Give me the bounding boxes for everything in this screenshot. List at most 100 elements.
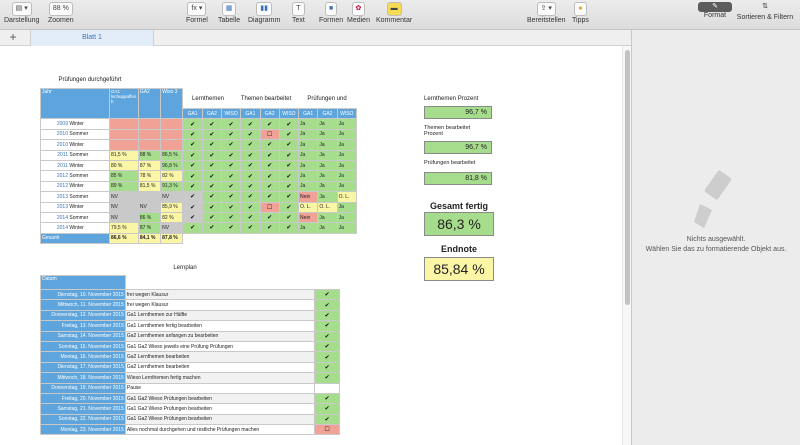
table-button[interactable]: ▦ Tabelle <box>218 2 240 24</box>
exam-row[interactable]: 2012 Winter 89 % 81,5 % 91,3 % ✔ ✔ ✔ ✔ ✔ ✔ Ja Ja Ja <box>40 180 358 193</box>
status-cell[interactable]: Ja <box>336 149 358 161</box>
score-cell[interactable] <box>108 139 139 151</box>
checkbox-cell[interactable]: ✔ <box>240 159 261 172</box>
status-cell[interactable]: Ja <box>336 128 358 141</box>
pruefungen-bearbeitet-value[interactable]: 81,8 % <box>424 172 492 185</box>
format-button[interactable]: ✎ Format <box>698 2 732 19</box>
checkbox-cell[interactable]: ✔ <box>220 201 242 213</box>
score-cell[interactable] <box>137 118 162 130</box>
plan-checkbox[interactable]: ✔ <box>314 403 340 415</box>
checkbox-cell[interactable]: ✔ <box>201 139 222 151</box>
score-cell[interactable]: 96,8 % <box>160 159 184 172</box>
checkbox-cell[interactable]: ✔ <box>201 222 222 234</box>
score-cell[interactable]: NV <box>160 191 184 203</box>
text-button[interactable]: T Text <box>292 2 305 24</box>
plan-task[interactable]: Wieso Lernthemen fertig machen <box>124 372 316 384</box>
plan-row[interactable]: Dienstag, 10. November 2015 frei wegen Kl… <box>40 288 340 301</box>
status-cell[interactable]: Ja <box>317 180 338 193</box>
score-cell[interactable]: 86 % <box>137 211 162 224</box>
checkbox-cell[interactable]: ✔ <box>201 180 222 193</box>
checkbox-cell[interactable]: ✔ <box>259 159 280 172</box>
score-cell[interactable]: NV <box>160 222 184 234</box>
checkbox-cell[interactable]: ✔ <box>201 211 222 224</box>
score-cell[interactable] <box>108 128 139 141</box>
checkbox-cell[interactable]: ✔ <box>182 180 203 193</box>
status-cell[interactable]: O. L. <box>317 201 338 213</box>
score-cell[interactable]: 79,5 % <box>108 222 139 234</box>
status-cell[interactable]: Ja <box>317 222 338 234</box>
checkbox-cell[interactable]: ✔ <box>240 180 261 193</box>
exam-row[interactable]: 2010 Sommer ✔ ✔ ✔ ✔ ☐ ✔ Ja Ja Ja <box>40 128 358 141</box>
plan-task[interactable]: Ga1 Ga2 Wieso Prüfungen bearbeiten <box>124 403 316 415</box>
score-cell[interactable]: 85,9 % <box>160 201 184 213</box>
checkbox-cell[interactable]: ✔ <box>240 222 261 234</box>
checkbox-cell[interactable]: ✔ <box>278 159 300 172</box>
checkbox-cell[interactable]: ✔ <box>201 170 222 182</box>
checkbox-cell[interactable]: ✔ <box>278 222 300 234</box>
checkbox-cell[interactable]: ✔ <box>278 118 300 130</box>
plan-task[interactable]: frei wegen Klausur <box>124 288 316 301</box>
tab-blatt-1[interactable]: Blatt 1 <box>30 30 154 46</box>
checkbox-cell[interactable]: ✔ <box>220 159 242 172</box>
vertical-scrollbar[interactable] <box>622 46 631 445</box>
score-cell[interactable] <box>160 128 184 141</box>
comment-button[interactable]: ▬ Kommentar <box>376 2 412 24</box>
add-sheet-button[interactable]: + <box>4 31 22 45</box>
checkbox-cell[interactable]: ✔ <box>240 139 261 151</box>
checkbox-cell[interactable]: ✔ <box>220 191 242 203</box>
tips-button[interactable]: ● Tipps <box>572 2 589 24</box>
endnote-value[interactable]: 85,84 % <box>424 257 494 281</box>
exam-row[interactable]: 2011 Winter 80 % 87 % 96,8 % ✔ ✔ ✔ ✔ ✔ ✔ Ja Ja Ja <box>40 159 358 172</box>
score-cell[interactable]: NV <box>108 211 139 224</box>
status-cell[interactable]: Ja <box>317 159 338 172</box>
score-cell[interactable] <box>137 139 162 151</box>
score-cell[interactable] <box>137 128 162 141</box>
score-cell[interactable]: 82 % <box>160 170 184 182</box>
plan-checkbox[interactable]: ✔ <box>314 372 340 384</box>
checkbox-cell[interactable]: ✔ <box>182 191 203 203</box>
status-cell[interactable]: Nein <box>298 191 319 203</box>
plan-task[interactable]: Ga2 Lernthemen bearbeiten <box>124 361 316 374</box>
checkbox-cell[interactable]: ✔ <box>259 139 280 151</box>
status-cell[interactable]: Ja <box>336 211 358 224</box>
plan-row[interactable]: Freitag, 20. November 2015 Ga1 Ga2 Wieso … <box>40 392 340 405</box>
status-cell[interactable]: Ja <box>317 128 338 141</box>
plan-row[interactable]: Dienstag, 17. November 2015 Ga2 Lerntheme… <box>40 361 340 374</box>
score-cell[interactable]: 87 % <box>137 222 162 234</box>
checkbox-cell[interactable]: ✔ <box>201 159 222 172</box>
checkbox-cell[interactable]: ✔ <box>182 211 203 224</box>
exam-row[interactable]: 2009 Winter ✔ ✔ ✔ ✔ ✔ ✔ Ja Ja Ja <box>40 118 358 130</box>
status-cell[interactable]: Ja <box>298 118 319 130</box>
checkbox-cell[interactable]: ✔ <box>220 128 242 141</box>
plan-checkbox[interactable]: ✔ <box>314 351 340 363</box>
zoom-button[interactable]: 88 % Zoomen <box>48 2 74 24</box>
themen-prozent-value[interactable]: 96,7 % <box>424 141 492 154</box>
status-cell[interactable]: Ja <box>317 191 338 203</box>
plan-row[interactable]: Sonntag, 15. November 2015 Ga1 Ga2 Wieso … <box>40 340 340 353</box>
status-cell[interactable]: Ja <box>317 149 338 161</box>
checkbox-cell[interactable]: ✔ <box>259 180 280 193</box>
plan-checkbox[interactable]: ✔ <box>314 299 340 311</box>
exam-row[interactable]: 2012 Sommer 85 % 78 % 82 % ✔ ✔ ✔ ✔ ✔ ✔ Ja Ja Ja <box>40 170 358 182</box>
status-cell[interactable]: Ja <box>298 149 319 161</box>
checkbox-cell[interactable]: ✔ <box>201 201 222 213</box>
status-cell[interactable]: O. L. <box>336 191 358 203</box>
plan-task[interactable]: Ga1 Ga2 Wieso Prüfungen bearbeiten <box>124 413 316 426</box>
checkbox-cell[interactable]: ✔ <box>278 180 300 193</box>
status-cell[interactable]: Ja <box>336 170 358 182</box>
checkbox-cell[interactable]: ✔ <box>278 149 300 161</box>
plan-task[interactable]: Alles nochmal durchgehen und restliche P… <box>124 424 316 436</box>
plan-row[interactable]: Samstag, 21. November 2015 Ga1 Ga2 Wieso … <box>40 403 340 415</box>
checkbox-cell[interactable]: ✔ <box>259 149 280 161</box>
checkbox-cell[interactable]: ✔ <box>259 118 280 130</box>
status-cell[interactable]: Ja <box>317 211 338 224</box>
plan-checkbox[interactable] <box>314 382 340 394</box>
plan-task[interactable]: Pause <box>124 382 316 394</box>
checkbox-cell[interactable]: ☐ <box>259 201 280 213</box>
status-cell[interactable]: Ja <box>298 180 319 193</box>
checkbox-cell[interactable]: ✔ <box>182 118 203 130</box>
plan-checkbox[interactable]: ✔ <box>314 320 340 332</box>
plan-checkbox[interactable]: ✔ <box>314 288 340 301</box>
checkbox-cell[interactable]: ✔ <box>182 170 203 182</box>
checkbox-cell[interactable]: ✔ <box>240 211 261 224</box>
